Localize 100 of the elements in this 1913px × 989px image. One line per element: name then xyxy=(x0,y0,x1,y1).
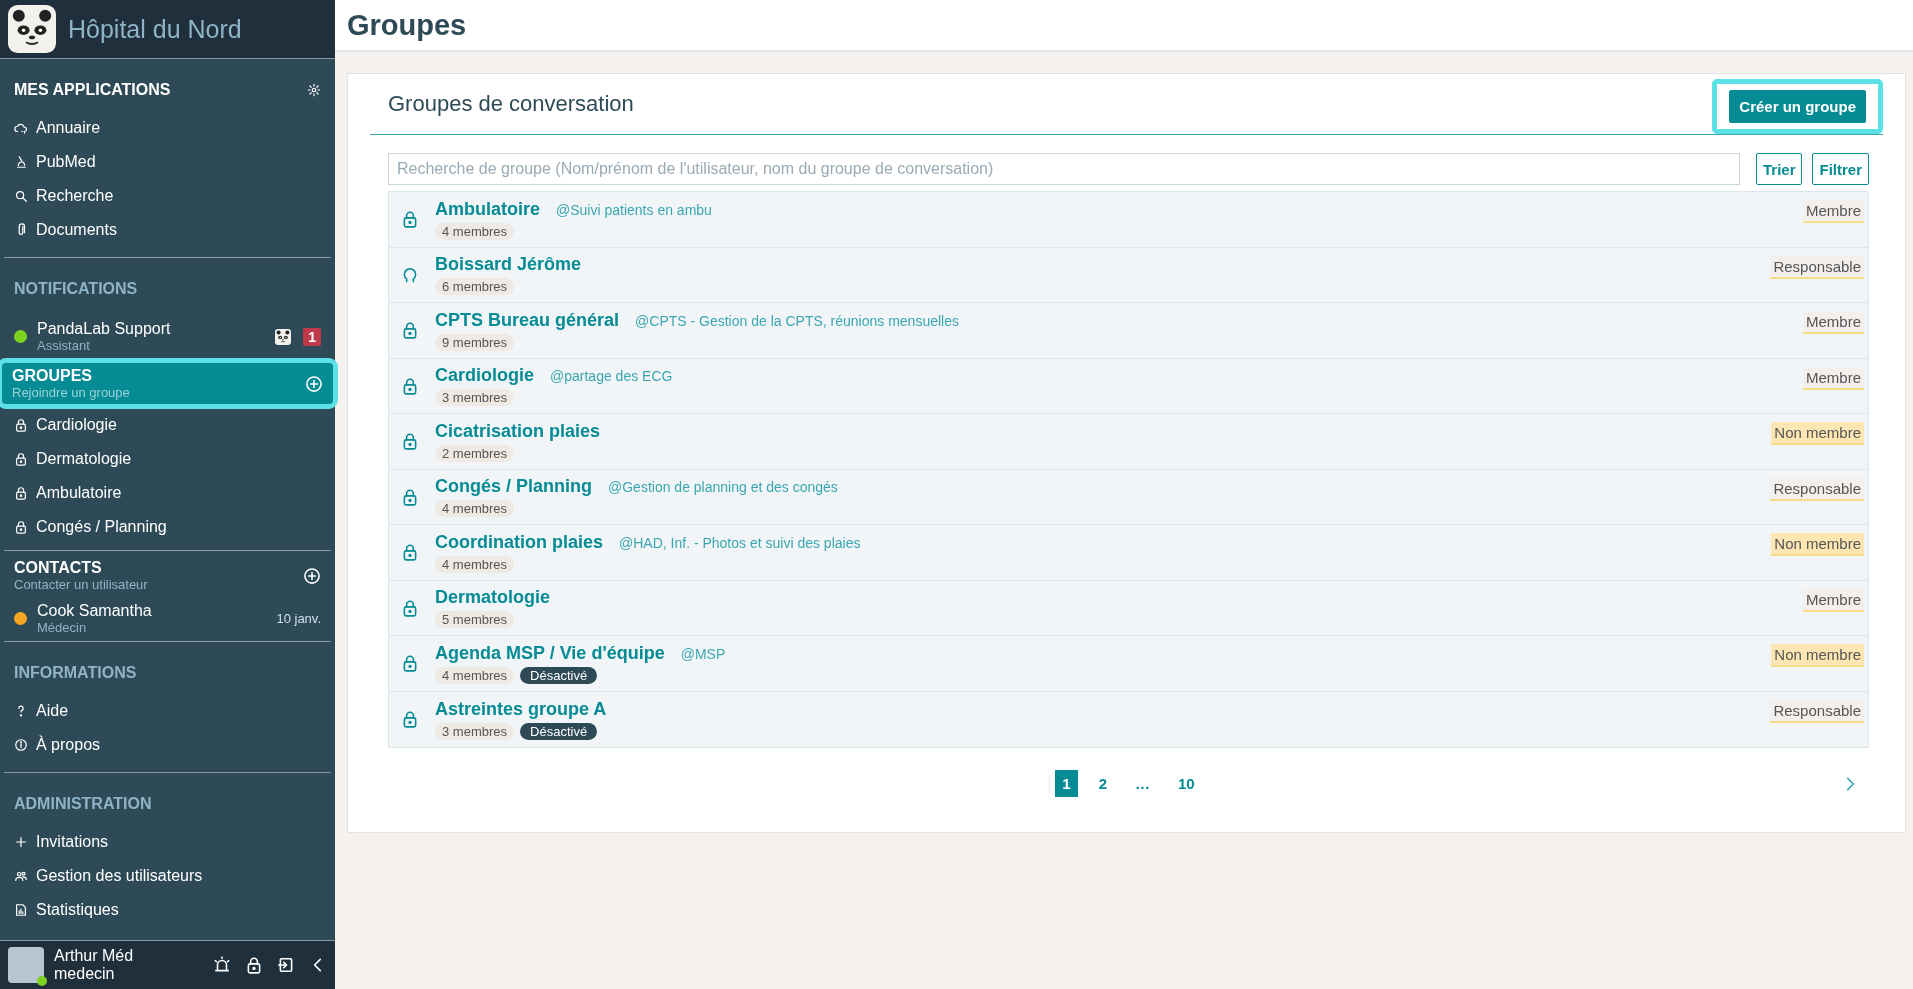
section-title: ADMINISTRATION xyxy=(14,795,152,813)
member-count: 9 membres xyxy=(435,333,515,351)
panda-logo-icon xyxy=(273,328,294,345)
group-name[interactable]: Congés / Planning xyxy=(435,476,592,498)
panda-logo-icon xyxy=(8,5,56,53)
chart-document-icon xyxy=(14,903,28,917)
section-title: CONTACTS xyxy=(14,559,103,577)
user-role: medecin xyxy=(54,965,116,984)
contact-name[interactable]: PandaLab Support xyxy=(37,320,264,338)
role-label: Non membre xyxy=(1771,533,1864,556)
page-link[interactable]: 1 xyxy=(1055,770,1078,797)
sort-button[interactable]: Trier xyxy=(1755,153,1803,185)
group-name[interactable]: Dermatologie xyxy=(435,587,551,609)
lock-icon xyxy=(401,487,419,506)
section-title: NOTIFICATIONS xyxy=(14,280,138,298)
status-badge: Désactivé xyxy=(520,722,598,740)
member-count: 4 membres xyxy=(435,222,515,240)
sidebar-item[interactable]: À propos xyxy=(14,728,321,762)
contact-role: Médecin xyxy=(37,620,88,635)
add-circle-icon xyxy=(303,566,321,585)
sidebar-item[interactable]: Congés / Planning xyxy=(14,510,321,544)
group-description: @Suivi patients en ambu xyxy=(556,201,712,218)
lock-icon xyxy=(14,452,28,466)
sidebar-item[interactable]: Recherche xyxy=(14,179,321,213)
member-count: 3 membres xyxy=(435,389,515,407)
add-circle-icon xyxy=(305,374,323,393)
page-link[interactable]: 2 xyxy=(1091,770,1114,797)
lock-icon xyxy=(401,210,419,229)
contact-date: 10 janv. xyxy=(276,611,321,626)
contact-user-link[interactable]: Contacter un utilisateur xyxy=(14,577,148,592)
group-name[interactable]: Agenda MSP / Vie d'équipe xyxy=(435,642,665,664)
filter-button[interactable]: Filtrer xyxy=(1812,153,1869,185)
brand-name: Hôpital du Nord xyxy=(68,14,242,44)
role-label: Membre xyxy=(1803,588,1864,612)
unread-count: 1 xyxy=(303,327,321,346)
role-label: Responsable xyxy=(1770,699,1864,723)
search-icon xyxy=(14,189,28,203)
member-count: 6 membres xyxy=(435,278,515,296)
lock-icon xyxy=(401,654,419,673)
plus-icon xyxy=(14,835,28,849)
sidebar-item[interactable]: Statistiques xyxy=(14,893,321,927)
group-name[interactable]: Cardiologie xyxy=(435,365,534,387)
lock-icon xyxy=(401,598,419,617)
section-title: INFORMATIONS xyxy=(14,664,137,682)
contact-role: Assistant xyxy=(37,338,91,353)
sidebar-item[interactable]: Aide xyxy=(14,694,321,728)
group-description: @CPTS - Gestion de la CPTS, réunions mensuelles xyxy=(635,312,959,329)
group-name[interactable]: Boissard Jérôme xyxy=(435,254,582,276)
role-label: Non membre xyxy=(1771,422,1864,445)
lock-icon xyxy=(401,710,419,729)
logout-icon xyxy=(277,956,295,974)
member-count: 2 membres xyxy=(435,444,515,462)
group-name[interactable]: Ambulatoire xyxy=(435,198,540,220)
group-name[interactable]: CPTS Bureau général xyxy=(435,309,620,331)
lock-icon xyxy=(401,321,419,340)
lock-icon xyxy=(14,418,28,432)
role-label: Non membre xyxy=(1771,644,1864,667)
users-icon xyxy=(14,869,28,883)
sidebar-item[interactable]: Invitations xyxy=(14,825,321,859)
sidebar-item[interactable]: Cardiologie xyxy=(14,408,321,442)
lock-icon xyxy=(401,543,419,562)
join-group-link[interactable]: Rejoindre un groupe xyxy=(12,385,130,400)
user-name: Arthur Méd xyxy=(54,946,135,965)
group-description: @MSP xyxy=(680,645,726,662)
search-field[interactable]: Recherche de groupe (Nom/prénom de l'utilisateur, nom du groupe de conversation) xyxy=(388,153,1740,185)
group-name[interactable]: Astreintes groupe A xyxy=(435,698,607,720)
page-link[interactable]: 10 xyxy=(1171,770,1202,797)
lock-icon xyxy=(245,956,263,974)
page-link[interactable]: … xyxy=(1128,770,1157,797)
lock-icon xyxy=(401,376,419,395)
lock-icon xyxy=(14,520,28,534)
page-title: Groupes xyxy=(335,0,1913,52)
group-description: @partage des ECG xyxy=(550,368,673,385)
sidebar-item[interactable]: Gestion des utilisateurs xyxy=(14,859,321,893)
settings-icon xyxy=(307,83,321,97)
alarm-bell-icon xyxy=(213,956,231,974)
section-title: MES APPLICATIONS xyxy=(14,81,171,99)
info-icon xyxy=(14,738,28,752)
role-label: Membre xyxy=(1803,200,1864,223)
sidebar-item[interactable]: Documents xyxy=(14,213,321,247)
group-description: @HAD, Inf. - Photos et suivi des plaies xyxy=(619,534,861,551)
group-description: @Gestion de planning et des congés xyxy=(608,479,838,496)
lock-icon xyxy=(401,432,419,451)
member-count: 4 membres xyxy=(435,666,515,684)
create-group-button[interactable]: Créer un groupe xyxy=(1729,89,1866,123)
microscope-icon xyxy=(14,155,28,169)
sidebar-item[interactable]: Dermatologie xyxy=(14,442,321,476)
member-count: 4 membres xyxy=(435,555,515,573)
group-name[interactable]: Cicatrisation plaies xyxy=(435,420,601,442)
section-title: GROUPES xyxy=(12,367,93,385)
role-label: Responsable xyxy=(1770,477,1864,501)
sidebar-item[interactable]: PubMed xyxy=(14,145,321,179)
role-label: Membre xyxy=(1803,311,1864,334)
member-count: 4 membres xyxy=(435,500,515,518)
sidebar-item[interactable]: Annuaire xyxy=(14,111,321,145)
card-title: Groupes de conversation xyxy=(388,91,634,117)
sidebar-item[interactable]: Ambulatoire xyxy=(14,476,321,510)
contact-name[interactable]: Cook Samantha xyxy=(37,602,267,620)
group-name[interactable]: Coordination plaies xyxy=(435,531,603,553)
role-label: Membre xyxy=(1803,366,1864,390)
